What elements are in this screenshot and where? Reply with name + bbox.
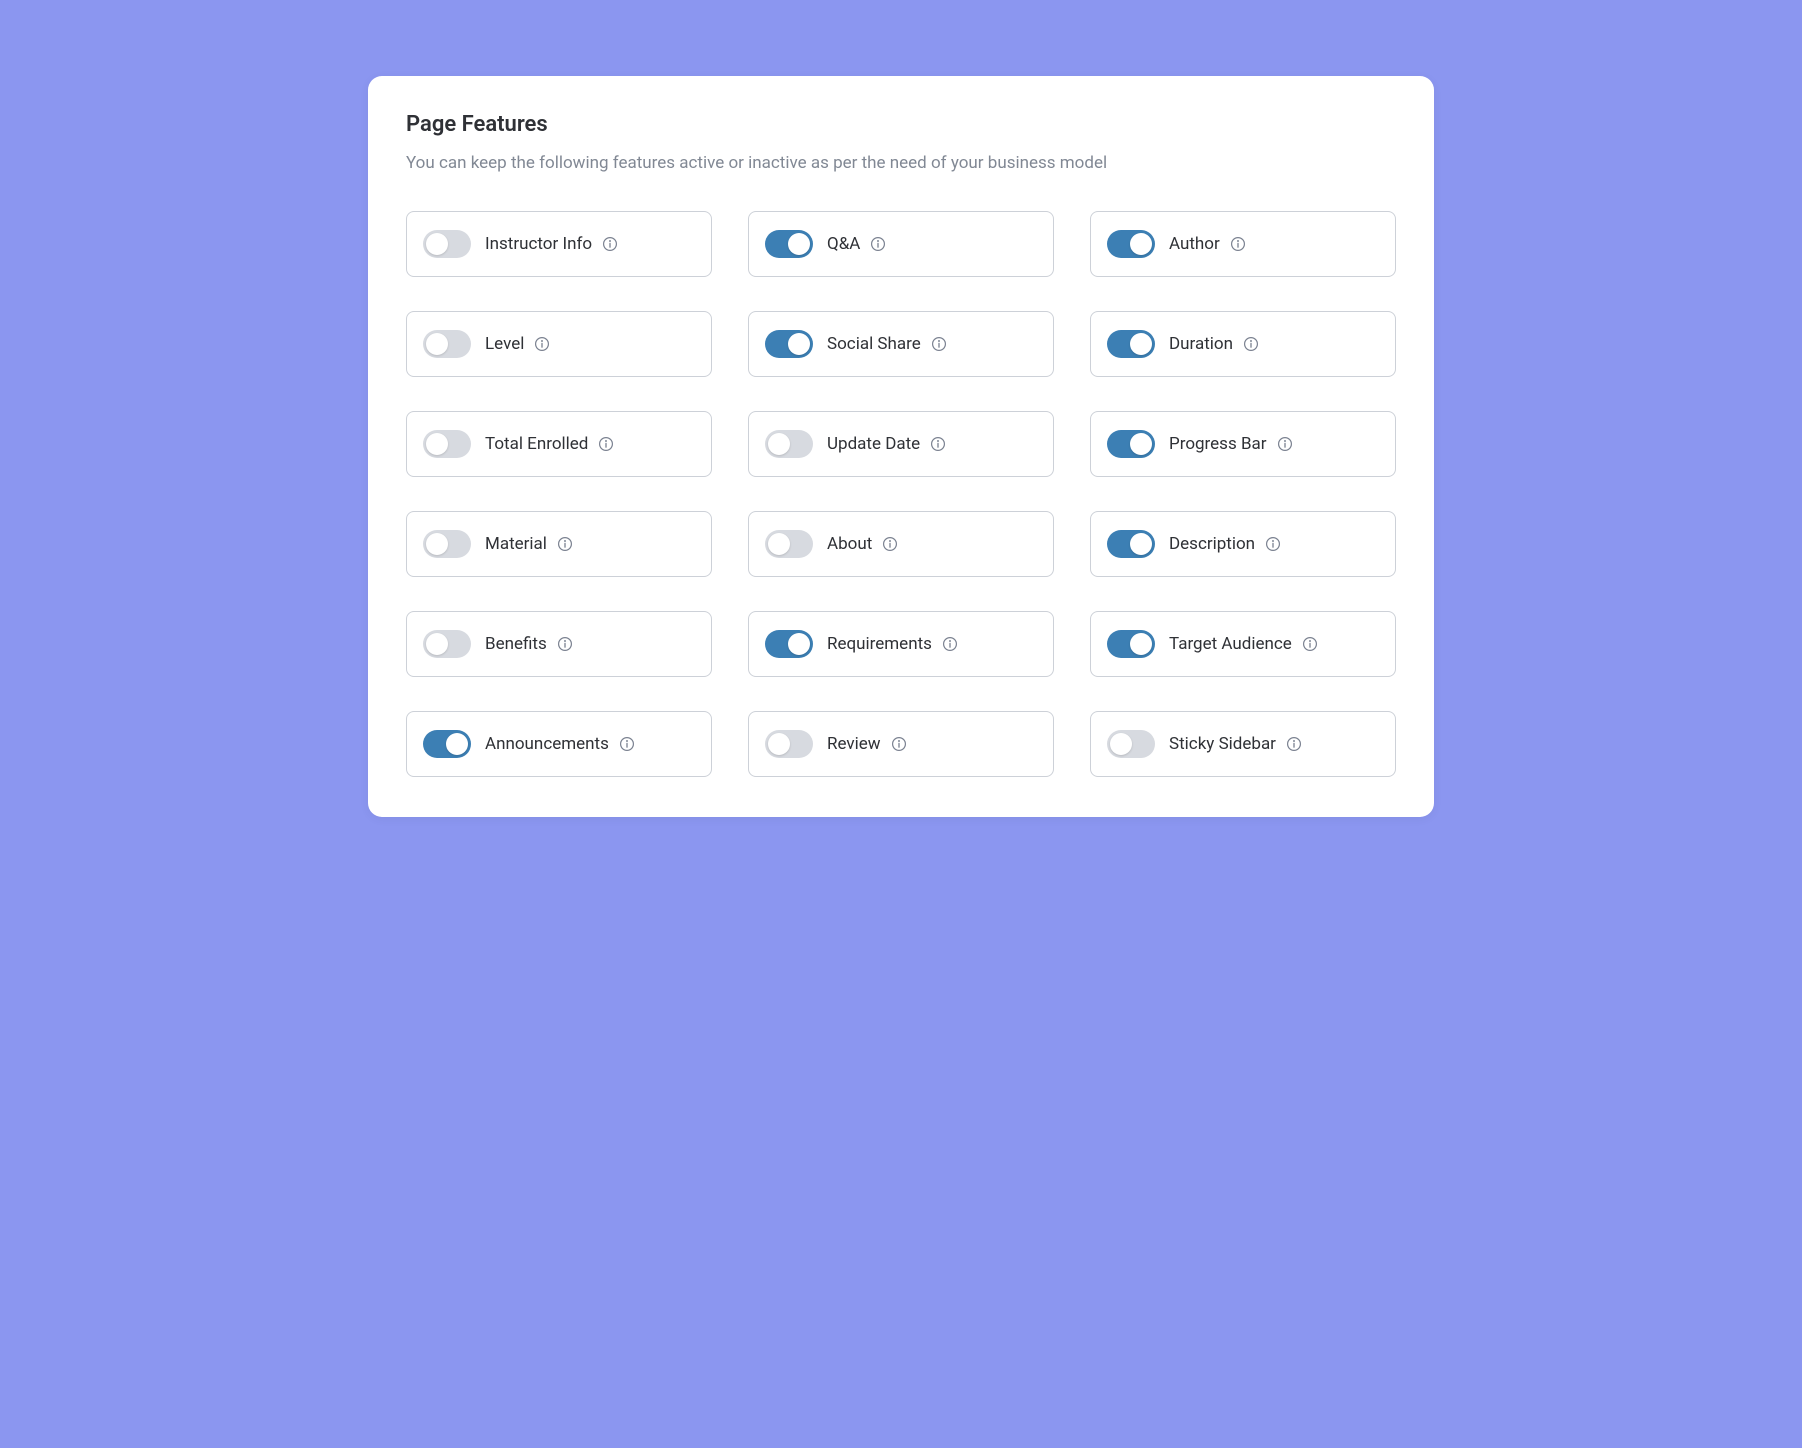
toggle-total-enrolled[interactable]	[423, 430, 471, 458]
feature-label-description: Description	[1169, 534, 1255, 554]
feature-card-progress-bar: Progress Bar	[1090, 411, 1396, 477]
toggle-author[interactable]	[1107, 230, 1155, 258]
toggle-description[interactable]	[1107, 530, 1155, 558]
feature-label-q-and-a: Q&A	[827, 234, 860, 254]
feature-label-benefits: Benefits	[485, 634, 547, 654]
info-icon[interactable]	[891, 736, 907, 752]
info-icon[interactable]	[557, 636, 573, 652]
toggle-knob	[426, 633, 448, 655]
feature-label-progress-bar: Progress Bar	[1169, 434, 1267, 454]
info-icon[interactable]	[619, 736, 635, 752]
feature-label-material: Material	[485, 534, 547, 554]
toggle-knob	[788, 633, 810, 655]
info-icon[interactable]	[1243, 336, 1259, 352]
toggle-about[interactable]	[765, 530, 813, 558]
toggle-knob	[1110, 733, 1132, 755]
toggle-knob	[1130, 333, 1152, 355]
toggle-knob	[426, 533, 448, 555]
features-grid: Instructor Info Q&A Author Level Social Shar…	[406, 211, 1396, 777]
info-icon[interactable]	[1302, 636, 1318, 652]
feature-label-sticky-sidebar: Sticky Sidebar	[1169, 734, 1276, 754]
feature-card-author: Author	[1090, 211, 1396, 277]
feature-label-social-share: Social Share	[827, 334, 921, 354]
feature-card-description: Description	[1090, 511, 1396, 577]
info-icon[interactable]	[1286, 736, 1302, 752]
toggle-announcements[interactable]	[423, 730, 471, 758]
feature-label-author: Author	[1169, 234, 1220, 254]
feature-label-about: About	[827, 534, 872, 554]
feature-label-total-enrolled: Total Enrolled	[485, 434, 588, 454]
toggle-requirements[interactable]	[765, 630, 813, 658]
feature-card-material: Material	[406, 511, 712, 577]
toggle-social-share[interactable]	[765, 330, 813, 358]
toggle-knob	[426, 333, 448, 355]
toggle-knob	[1130, 433, 1152, 455]
toggle-knob	[788, 333, 810, 355]
feature-label-level: Level	[485, 334, 524, 354]
feature-card-total-enrolled: Total Enrolled	[406, 411, 712, 477]
toggle-instructor-info[interactable]	[423, 230, 471, 258]
feature-card-instructor-info: Instructor Info	[406, 211, 712, 277]
feature-card-benefits: Benefits	[406, 611, 712, 677]
feature-label-announcements: Announcements	[485, 734, 609, 754]
toggle-knob	[768, 733, 790, 755]
toggle-duration[interactable]	[1107, 330, 1155, 358]
info-icon[interactable]	[534, 336, 550, 352]
feature-label-target-audience: Target Audience	[1169, 634, 1292, 654]
toggle-knob	[426, 433, 448, 455]
toggle-review[interactable]	[765, 730, 813, 758]
page-title: Page Features	[406, 112, 1396, 137]
info-icon[interactable]	[1230, 236, 1246, 252]
toggle-progress-bar[interactable]	[1107, 430, 1155, 458]
feature-card-level: Level	[406, 311, 712, 377]
page-description: You can keep the following features acti…	[406, 153, 1396, 173]
toggle-knob	[1130, 533, 1152, 555]
toggle-material[interactable]	[423, 530, 471, 558]
feature-card-social-share: Social Share	[748, 311, 1054, 377]
toggle-q-and-a[interactable]	[765, 230, 813, 258]
feature-card-duration: Duration	[1090, 311, 1396, 377]
feature-label-requirements: Requirements	[827, 634, 932, 654]
info-icon[interactable]	[557, 536, 573, 552]
feature-card-about: About	[748, 511, 1054, 577]
info-icon[interactable]	[931, 336, 947, 352]
feature-card-update-date: Update Date	[748, 411, 1054, 477]
feature-card-target-audience: Target Audience	[1090, 611, 1396, 677]
info-icon[interactable]	[602, 236, 618, 252]
toggle-knob	[426, 233, 448, 255]
feature-label-duration: Duration	[1169, 334, 1233, 354]
feature-label-instructor-info: Instructor Info	[485, 234, 592, 254]
feature-card-announcements: Announcements	[406, 711, 712, 777]
info-icon[interactable]	[1265, 536, 1281, 552]
toggle-target-audience[interactable]	[1107, 630, 1155, 658]
toggle-knob	[788, 233, 810, 255]
feature-label-review: Review	[827, 734, 881, 754]
feature-card-q-and-a: Q&A	[748, 211, 1054, 277]
toggle-knob	[446, 733, 468, 755]
toggle-knob	[1130, 233, 1152, 255]
toggle-knob	[1130, 633, 1152, 655]
info-icon[interactable]	[598, 436, 614, 452]
info-icon[interactable]	[870, 236, 886, 252]
feature-card-requirements: Requirements	[748, 611, 1054, 677]
toggle-benefits[interactable]	[423, 630, 471, 658]
info-icon[interactable]	[942, 636, 958, 652]
page-features-panel: Page Features You can keep the following…	[368, 76, 1434, 817]
feature-label-update-date: Update Date	[827, 434, 920, 454]
toggle-level[interactable]	[423, 330, 471, 358]
info-icon[interactable]	[1277, 436, 1293, 452]
toggle-knob	[768, 433, 790, 455]
toggle-knob	[768, 533, 790, 555]
toggle-sticky-sidebar[interactable]	[1107, 730, 1155, 758]
feature-card-sticky-sidebar: Sticky Sidebar	[1090, 711, 1396, 777]
feature-card-review: Review	[748, 711, 1054, 777]
toggle-update-date[interactable]	[765, 430, 813, 458]
info-icon[interactable]	[882, 536, 898, 552]
info-icon[interactable]	[930, 436, 946, 452]
